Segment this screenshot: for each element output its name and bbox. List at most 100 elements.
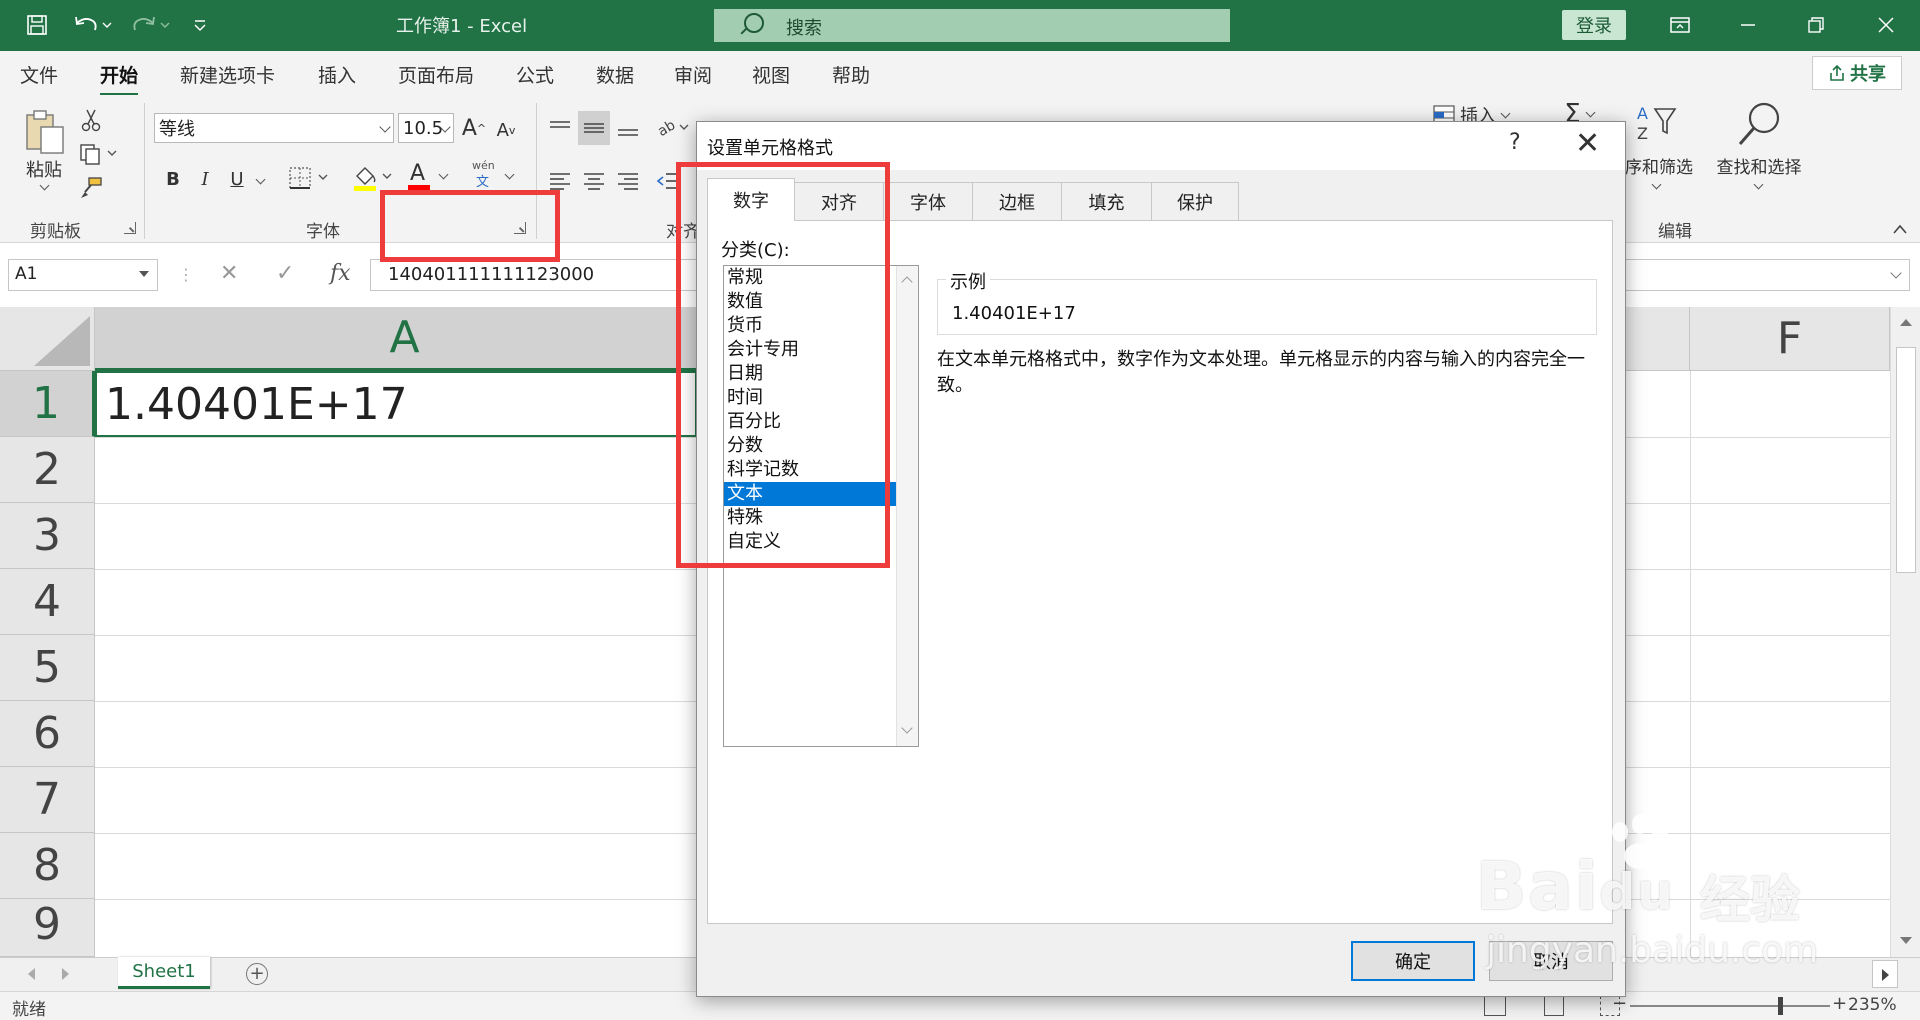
- dialog-tab-fill[interactable]: 填充: [1061, 182, 1152, 220]
- zoom-percent[interactable]: 235%: [1848, 995, 1897, 1015]
- align-bottom-icon[interactable]: [614, 115, 642, 143]
- find-select-button[interactable]: 查找和选择: [1710, 153, 1808, 178]
- column-header-a[interactable]: A: [95, 307, 715, 371]
- login-button[interactable]: 登录: [1562, 10, 1626, 40]
- undo-icon[interactable]: [70, 10, 116, 40]
- restore-icon[interactable]: [1796, 10, 1836, 40]
- normal-view-icon[interactable]: [1484, 996, 1506, 1016]
- row-header-3[interactable]: 3: [0, 503, 95, 569]
- select-all-corner[interactable]: [0, 307, 95, 371]
- sort-filter-icon[interactable]: AZ: [1632, 99, 1682, 149]
- customize-toolbar-icon[interactable]: [188, 10, 212, 40]
- scroll-down-icon[interactable]: [1900, 937, 1912, 944]
- find-select-dropdown[interactable]: [1748, 177, 1768, 191]
- more-options-icon: ⋮: [178, 265, 194, 284]
- dialog-tab-protection[interactable]: 保护: [1151, 182, 1239, 220]
- collapse-ribbon-icon[interactable]: [1888, 221, 1912, 237]
- next-sheet-icon[interactable]: [62, 968, 69, 980]
- tab-view[interactable]: 视图: [752, 61, 790, 88]
- sort-filter-dropdown[interactable]: [1646, 177, 1666, 191]
- font-color-button[interactable]: A: [406, 161, 456, 193]
- tab-data[interactable]: 数据: [596, 61, 634, 88]
- tab-formulas[interactable]: 公式: [516, 61, 554, 88]
- column-header-f[interactable]: F: [1690, 307, 1890, 371]
- zoom-slider-thumb[interactable]: [1778, 997, 1783, 1015]
- text-orientation-icon[interactable]: ab: [654, 113, 694, 141]
- shrink-font-button[interactable]: Av: [492, 115, 520, 145]
- help-icon[interactable]: ?: [1509, 130, 1521, 155]
- dialog-close-icon[interactable]: ✕: [1575, 126, 1600, 161]
- tab-new-tab[interactable]: 新建选项卡: [180, 61, 275, 88]
- minimize-icon[interactable]: [1728, 10, 1768, 40]
- font-size-combo[interactable]: 10.5: [398, 113, 454, 143]
- tab-insert[interactable]: 插入: [318, 61, 356, 88]
- find-select-icon[interactable]: [1732, 99, 1786, 151]
- watermark-bai: Bai: [1476, 848, 1600, 925]
- row-header-8[interactable]: 8: [0, 833, 95, 899]
- share-button[interactable]: 共享: [1812, 56, 1902, 90]
- underline-dropdown[interactable]: [252, 165, 268, 193]
- font-name-combo[interactable]: 等线: [154, 113, 394, 143]
- format-painter-icon[interactable]: [78, 175, 104, 201]
- prev-sheet-icon[interactable]: [28, 968, 35, 980]
- grow-font-button[interactable]: A ^: [460, 113, 488, 143]
- insert-function-button[interactable]: fx: [330, 261, 351, 286]
- dialog-tab-number[interactable]: 数字: [707, 178, 795, 221]
- copy-icon[interactable]: [76, 141, 120, 167]
- gridline: [1690, 371, 1691, 971]
- dialog-tab-border[interactable]: 边框: [972, 182, 1062, 220]
- align-top-icon[interactable]: [546, 115, 574, 143]
- save-icon[interactable]: [22, 10, 52, 40]
- add-sheet-button[interactable]: +: [246, 963, 268, 985]
- cell-a1[interactable]: 1.40401E+17: [95, 371, 697, 437]
- close-icon[interactable]: [1866, 10, 1906, 40]
- bold-button[interactable]: B: [160, 165, 186, 193]
- chevron-up-icon[interactable]: [901, 276, 913, 288]
- paste-dropdown[interactable]: [38, 179, 50, 191]
- align-right-icon[interactable]: [614, 167, 642, 195]
- chevron-down-icon[interactable]: [901, 722, 913, 734]
- borders-icon[interactable]: [286, 163, 334, 193]
- svg-text:Z: Z: [1637, 124, 1648, 143]
- ok-button[interactable]: 确定: [1351, 941, 1475, 981]
- redo-icon[interactable]: [128, 10, 174, 40]
- align-center-icon[interactable]: [580, 167, 608, 195]
- enter-entry-icon[interactable]: ✓: [276, 261, 294, 286]
- paste-icon[interactable]: [20, 105, 70, 159]
- zoom-in-button[interactable]: +: [1832, 993, 1847, 1014]
- row-header-1[interactable]: 1: [0, 371, 95, 437]
- align-middle-icon[interactable]: [578, 111, 610, 145]
- name-box[interactable]: A1: [8, 259, 158, 291]
- page-layout-view-icon[interactable]: [1544, 996, 1564, 1016]
- sheet-tab-sheet1[interactable]: Sheet1: [118, 957, 210, 989]
- zoom-slider[interactable]: [1630, 1005, 1830, 1007]
- tab-home[interactable]: 开始: [100, 61, 139, 96]
- ribbon-display-icon[interactable]: [1660, 10, 1700, 40]
- row-header-9[interactable]: 9: [0, 899, 95, 957]
- cut-icon[interactable]: [78, 107, 104, 133]
- row-header-7[interactable]: 7: [0, 767, 95, 833]
- tab-review[interactable]: 审阅: [674, 61, 712, 88]
- vertical-scrollbar[interactable]: [1890, 307, 1920, 957]
- cancel-entry-icon[interactable]: ✕: [220, 261, 238, 286]
- fill-color-icon[interactable]: [350, 161, 400, 193]
- clipboard-launcher-icon[interactable]: [124, 222, 136, 234]
- row-header-6[interactable]: 6: [0, 701, 95, 767]
- scroll-right-icon[interactable]: [1872, 960, 1898, 988]
- tab-page-layout[interactable]: 页面布局: [398, 61, 474, 88]
- tab-file[interactable]: 文件: [20, 61, 58, 88]
- dialog-tab-font[interactable]: 字体: [883, 182, 973, 220]
- row-header-5[interactable]: 5: [0, 635, 95, 701]
- row-header-2[interactable]: 2: [0, 437, 95, 503]
- paste-button[interactable]: 粘贴: [22, 157, 66, 181]
- vertical-scroll-thumb[interactable]: [1896, 347, 1916, 573]
- search-box[interactable]: 搜索: [714, 9, 1230, 42]
- underline-button[interactable]: U: [224, 165, 250, 193]
- category-scrollbar[interactable]: [896, 266, 918, 746]
- italic-button[interactable]: I: [192, 165, 218, 193]
- phonetic-guide-button[interactable]: wén 文: [470, 159, 522, 193]
- scroll-up-icon[interactable]: [1900, 319, 1912, 326]
- row-header-4[interactable]: 4: [0, 569, 95, 635]
- tab-help[interactable]: 帮助: [832, 61, 870, 88]
- font-name-value: 等线: [159, 119, 195, 140]
